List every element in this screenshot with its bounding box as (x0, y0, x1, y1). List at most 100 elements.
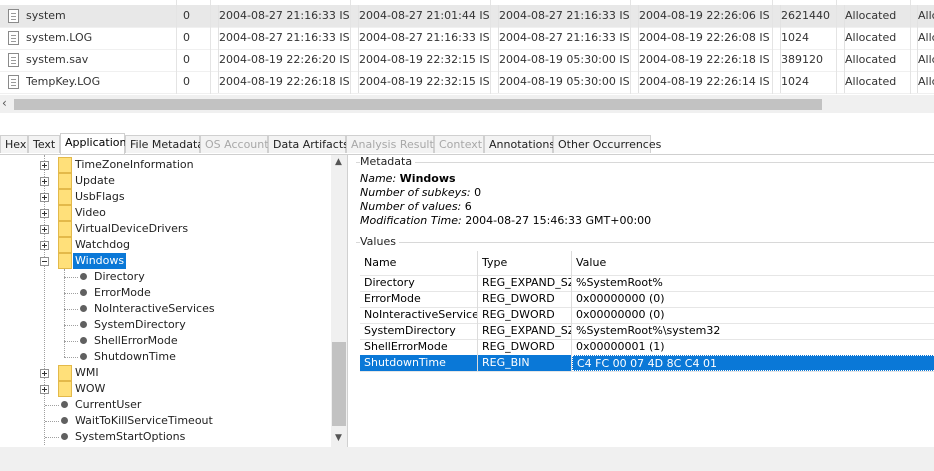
tree-key-node[interactable]: Watchdog (0, 237, 330, 253)
file-name-cell: system.LOG (26, 31, 93, 44)
folder-icon (58, 189, 72, 205)
value-data-cell: 0x00000000 (0) (572, 291, 934, 307)
metadata-values-line: Number of values: 6 (360, 200, 472, 213)
tree-value-node[interactable]: Directory (0, 269, 330, 285)
file-table-row[interactable]: system 0 2004-08-27 21:16:33 IST 2004-08-27… (0, 5, 934, 28)
file-table-row[interactable]: TempKey.LOG 0 2004-08-19 22:26:18 IST 2004-… (0, 71, 934, 94)
tree-value-node[interactable]: ErrorMode (0, 285, 330, 301)
tree-key-label: UsbFlags (75, 190, 125, 203)
tree-value-node[interactable]: ShutdownTime (0, 349, 330, 365)
tree-value-node[interactable]: WaitToKillServiceTimeout (0, 413, 330, 429)
tree-key-node[interactable]: WMI (0, 365, 330, 381)
metadata-values-value: 6 (464, 200, 472, 213)
value-data-cell: 0x00000000 (0) (572, 307, 934, 323)
file-c4-cell: 2004-08-19 22:26:08 IST (638, 27, 769, 49)
tab-hex[interactable]: Hex (0, 135, 28, 153)
column-separator (630, 0, 631, 94)
tree-key-node[interactable]: Video (0, 205, 330, 221)
file-c3-cell: 2004-08-27 21:16:33 IST (498, 27, 629, 49)
value-type-cell: REG_DWORD (478, 307, 572, 323)
file-alloc-cell: Allocated (844, 49, 910, 71)
tree-value-label: ShutdownTime (94, 350, 176, 363)
tree-key-label: VirtualDeviceDrivers (75, 222, 189, 235)
scroll-down-icon[interactable]: ▼ (335, 433, 342, 443)
tree-value-node[interactable]: NoInteractiveServices (0, 301, 330, 317)
registry-detail-panel: Metadata Name: Windows Number of subkeys… (354, 155, 934, 447)
column-header-name[interactable]: Name (360, 251, 478, 275)
file-flag-cell: 0 (183, 31, 190, 44)
values-table-row[interactable]: ShellErrorMode REG_DWORD 0x00000001 (1) (360, 339, 934, 356)
registry-value-icon (80, 273, 87, 280)
values-table-row[interactable]: ErrorMode REG_DWORD 0x00000000 (0) (360, 291, 934, 308)
values-table-row[interactable]: Directory REG_EXPAND_SZ %SystemRoot% (360, 275, 934, 292)
tree-value-node[interactable]: ShellErrorMode (0, 333, 330, 349)
tree-key-node[interactable]: TimeZoneInformation (0, 157, 330, 173)
value-type-cell: REG_EXPAND_SZ (478, 323, 572, 339)
tree-value-node[interactable]: SystemDirectory (0, 317, 330, 333)
expand-icon[interactable] (40, 177, 49, 186)
file-extra-cell: Allc (917, 27, 934, 49)
tree-value-node[interactable]: SystemStartOptions (0, 429, 330, 445)
tree-key-node[interactable]: Windows (0, 253, 330, 269)
scrollbar-thumb[interactable] (14, 99, 822, 110)
tab-text[interactable]: Text (28, 135, 60, 153)
tree-key-label: WMI (75, 366, 99, 379)
registry-value-icon (80, 305, 87, 312)
metadata-subkeys-value: 0 (474, 186, 482, 199)
file-flag-cell: 0 (183, 75, 190, 88)
value-name-cell: SystemDirectory (360, 323, 478, 339)
expand-icon[interactable] (40, 225, 49, 234)
expand-icon[interactable] (40, 193, 49, 202)
column-separator (210, 0, 211, 94)
tree-value-label: WaitToKillServiceTimeout (75, 414, 213, 427)
tree-value-label: SystemStartOptions (75, 430, 186, 443)
values-table-row[interactable]: ShutdownTime REG_BIN C4 FC 00 07 4D 8C C4 … (360, 355, 934, 372)
registry-tree-scrollbar[interactable]: ▲ ▼ (331, 155, 347, 447)
file-table-row[interactable]: system.sav 0 2004-08-19 22:26:20 IST 2004-0… (0, 49, 934, 72)
metadata-name-value: Windows (399, 172, 456, 185)
tree-key-node[interactable]: WOW (0, 381, 330, 397)
file-table: system 0 2004-08-27 21:16:33 IST 2004-08-27… (0, 0, 934, 94)
collapse-icon[interactable] (40, 257, 49, 266)
metadata-subkeys-line: Number of subkeys: 0 (360, 186, 481, 199)
registry-tree: TimeZoneInformation Update UsbFlags Video Vi… (0, 155, 348, 447)
scroll-left-icon[interactable]: ‹ (2, 96, 7, 110)
expand-icon[interactable] (40, 209, 49, 218)
values-table-row[interactable]: NoInteractiveServices REG_DWORD 0x00000000… (360, 307, 934, 324)
expand-icon[interactable] (40, 369, 49, 378)
values-table-row[interactable]: SystemDirectory REG_EXPAND_SZ %SystemRoot%… (360, 323, 934, 340)
file-extra-cell: Allc (917, 49, 934, 71)
file-c2-cell: 2004-08-19 22:32:15 IST (358, 49, 489, 71)
file-table-row[interactable]: system.LOG 0 2004-08-27 21:16:33 IST 2004-0… (0, 27, 934, 50)
value-name-cell: NoInteractiveServices (360, 307, 478, 323)
file-c4-cell: 2004-08-19 22:26:14 IST (638, 71, 769, 93)
expand-icon[interactable] (40, 241, 49, 250)
column-header-value[interactable]: Value (572, 251, 934, 275)
file-name-cell: system.sav (26, 53, 89, 66)
tree-value-node[interactable]: CurrentUser (0, 397, 330, 413)
registry-value-icon (61, 401, 68, 408)
folder-icon (58, 237, 72, 253)
tab-annotations[interactable]: Annotations (484, 135, 555, 153)
value-name-cell: ShutdownTime (360, 355, 478, 371)
tab-os-account: OS Account (200, 135, 269, 153)
content-viewer-tabs: Hex Text Application File Metadata OS Accoun… (0, 133, 934, 155)
file-table-horizontal-scrollbar[interactable]: ‹ (0, 95, 934, 113)
scrollbar-thumb[interactable] (332, 342, 346, 426)
expand-icon[interactable] (40, 385, 49, 394)
tree-key-node[interactable]: UsbFlags (0, 189, 330, 205)
file-c1-cell: 2004-08-19 22:26:18 IST (218, 71, 349, 93)
folder-icon (58, 205, 72, 221)
expand-icon[interactable] (40, 161, 49, 170)
column-header-type[interactable]: Type (478, 251, 572, 275)
file-extra-cell: Allc (917, 5, 934, 27)
metadata-mtime-value: 2004-08-27 15:46:33 GMT+00:00 (465, 214, 652, 227)
tab-data-artifacts[interactable]: Data Artifacts (268, 135, 349, 153)
scroll-up-icon[interactable]: ▲ (335, 157, 342, 167)
tab-application[interactable]: Application (60, 133, 126, 154)
tree-key-node[interactable]: VirtualDeviceDrivers (0, 221, 330, 237)
registry-value-icon (80, 289, 87, 296)
tab-other-occurrences[interactable]: Other Occurrences (553, 135, 661, 153)
tab-file-metadata[interactable]: File Metadata (125, 135, 204, 153)
tree-key-node[interactable]: Update (0, 173, 330, 189)
